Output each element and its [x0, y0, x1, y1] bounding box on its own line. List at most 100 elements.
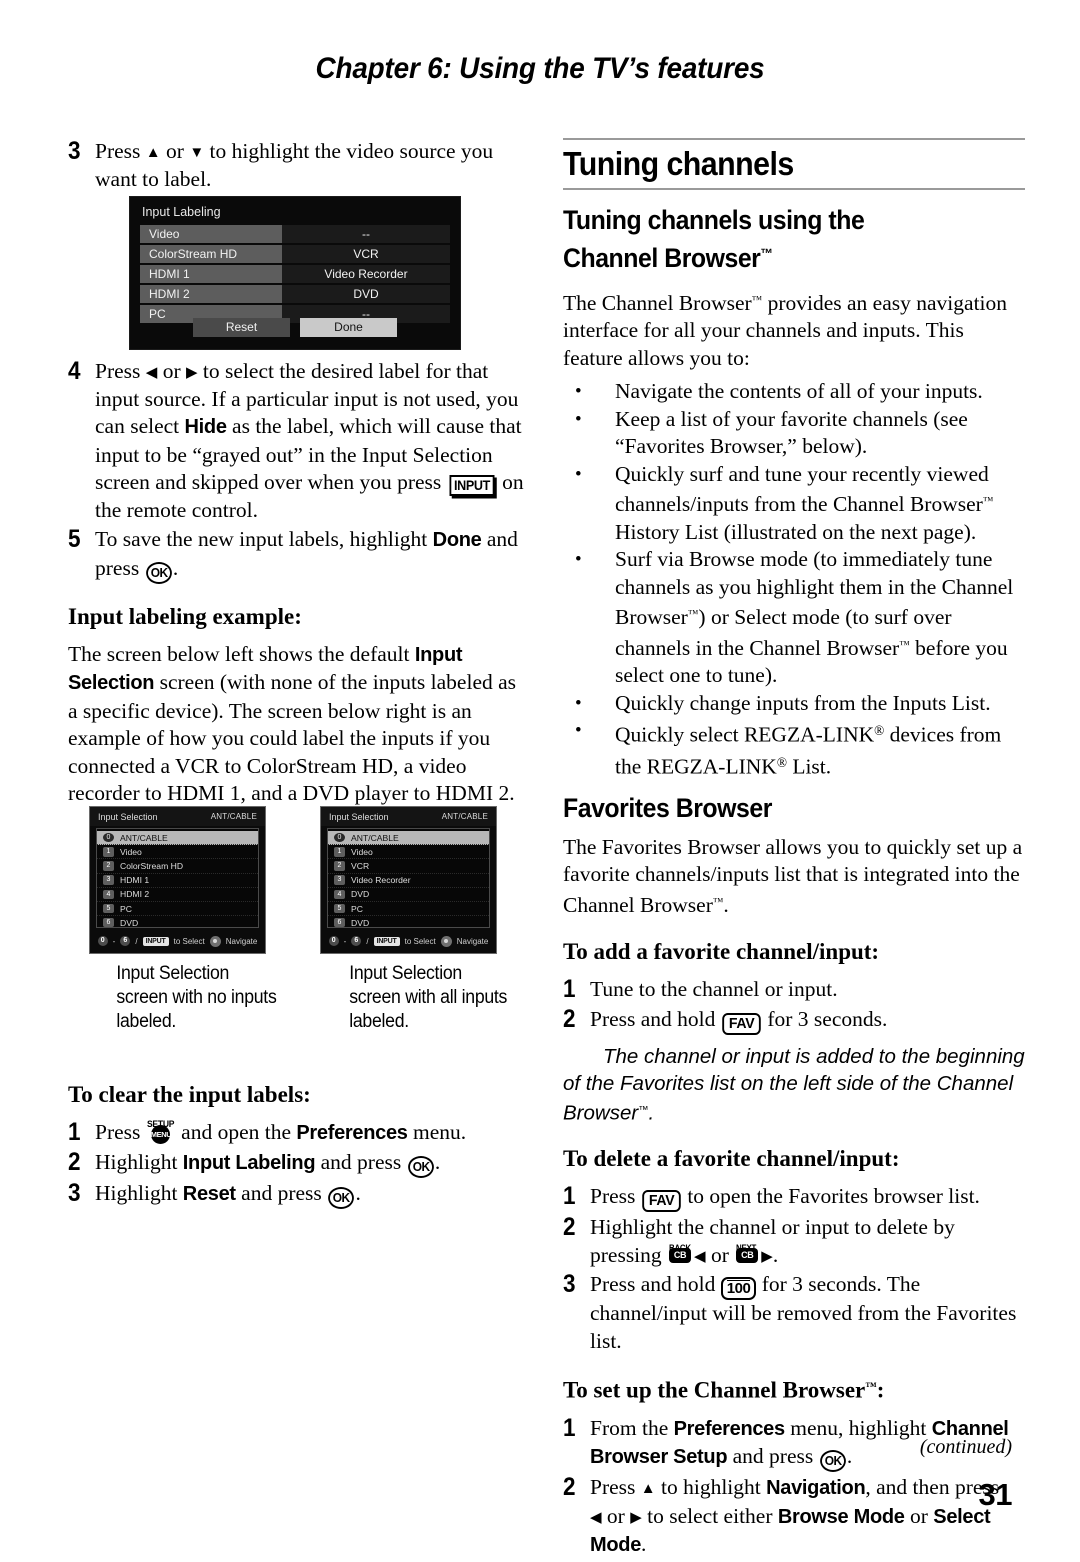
subsection-heading-favorites-browser: Favorites Browser — [563, 792, 772, 823]
preferences-label: Preferences — [673, 1417, 786, 1440]
trademark-icon: ™ — [760, 246, 773, 261]
item-number: 4 — [103, 889, 114, 900]
step-text: Highlight the channel or input to delete… — [590, 1214, 1025, 1269]
clear-step-3: 3 Highlight Reset and press OK. — [68, 1180, 530, 1209]
step-number: 3 — [68, 1179, 81, 1207]
bullet-1-text: Keep a list of your favorite channels (s… — [615, 406, 968, 459]
reset-button[interactable]: Reset — [193, 318, 290, 337]
setup1-text-3: and press — [727, 1444, 819, 1469]
arrow-left-icon — [694, 1250, 706, 1265]
clear1-text-1: Press — [95, 1119, 146, 1144]
screen-title: Input Selection — [98, 811, 158, 822]
heading-line-2: Channel Browser — [563, 242, 761, 273]
list-item[interactable]: 4 HDMI 2 — [97, 888, 258, 902]
example-paragraph: The screen below left shows the default … — [68, 641, 530, 808]
list-item[interactable]: 4 DVD — [328, 888, 489, 902]
table-row[interactable]: Video -- — [140, 225, 450, 244]
input-labeling-label: Input Labeling — [182, 1152, 316, 1174]
preferences-label: Preferences — [296, 1121, 408, 1144]
list-item: • Quickly change inputs from the Inputs … — [563, 690, 1025, 718]
step-number: 2 — [563, 1473, 576, 1502]
input-selection-screen-unlabeled: Input Selection ANT/CABLE 0 ANT/CABLE 1 Vi… — [89, 806, 266, 954]
clear3-text-2: and press — [235, 1181, 328, 1205]
row-label: HDMI 1 — [140, 264, 282, 284]
list-item[interactable]: 0 ANT/CABLE — [97, 831, 258, 846]
table-row[interactable]: ColorStream HD VCR — [140, 244, 450, 264]
row-label: HDMI 2 — [140, 284, 282, 304]
list-item[interactable]: 5 PC — [328, 902, 489, 917]
add2-text-1: Press and hold — [590, 1006, 721, 1031]
row-value: VCR — [282, 244, 450, 264]
table-row[interactable]: HDMI 1 Video Recorder — [140, 264, 450, 284]
screen-header: Input Selection ANT/CABLE — [321, 807, 496, 826]
done-button[interactable]: Done — [300, 318, 397, 337]
setup2-text-7: . — [641, 1532, 647, 1557]
trademark-icon: ™ — [712, 895, 724, 908]
trademark-icon: ™ — [687, 608, 699, 621]
screen-captions: Input Selection screen with no inputs la… — [68, 962, 530, 1034]
clear-step-1: 1 Press SETUPMENU and open the Preferenc… — [68, 1118, 530, 1148]
screen-title: Input Selection — [329, 811, 389, 822]
hint-from-number: 0 — [328, 936, 339, 946]
clear1-text-2: and open the — [175, 1119, 297, 1144]
list-item[interactable]: 0 ANT/CABLE — [328, 831, 489, 846]
feature-bullet-list: • Navigate the contents of all of your i… — [563, 378, 1025, 781]
step5-text-1: To save the new input labels, highlight — [95, 527, 433, 551]
table-row[interactable]: HDMI 2 DVD — [140, 284, 450, 304]
favorites-browser-paragraph: The Favorites Browser allows you to quic… — [563, 834, 1025, 919]
step-number: 5 — [68, 525, 81, 553]
clear2-text-2: and press — [315, 1150, 407, 1174]
step-text: Press and hold 100 for 3 seconds. The ch… — [590, 1271, 1025, 1355]
list-item[interactable]: 5 PC — [97, 902, 258, 917]
navigate-pad-icon — [209, 935, 221, 947]
input-list: 0 ANT/CABLE 1 Video 2 ColorStream HD 3 HDMI … — [96, 828, 259, 931]
screen-footer-hints: 0 - 6 / INPUT to Select Navigate — [90, 929, 265, 953]
list-item[interactable]: 2 VCR — [328, 859, 489, 874]
manual-page: Chapter 6: Using the TV’s features 3 Pre… — [0, 0, 1080, 1556]
bullet-0-text: Navigate the contents of all of your inp… — [615, 379, 983, 404]
hint-to-number: 6 — [120, 936, 131, 946]
del1-text-1: Press — [590, 1184, 641, 1209]
continued-note: (continued) — [919, 1436, 1012, 1458]
step4-text-1: Press — [95, 359, 146, 383]
input-key-icon: INPUT — [373, 936, 400, 946]
hint-dash: - — [112, 936, 116, 946]
clear2-text-1: Highlight — [95, 1150, 183, 1174]
hundred-key-label: 100 — [726, 1280, 751, 1298]
step-number: 2 — [68, 1148, 81, 1176]
step5-text-3: . — [172, 555, 179, 580]
hundred-key-icon: 100 — [720, 1277, 757, 1301]
intro-text-1: The Channel Browser — [563, 290, 752, 315]
step-text: Highlight Reset and press OK. — [95, 1180, 530, 1209]
arrow-up-icon — [146, 146, 161, 161]
list-item[interactable]: 3 Video Recorder — [328, 874, 489, 888]
current-input: ANT/CABLE — [441, 812, 488, 821]
step-number: 4 — [68, 357, 81, 385]
caption-labeled: Input Selection screen with all inputs l… — [349, 963, 508, 1032]
bullet-5-text-3: List. — [786, 755, 832, 780]
input-list: 0 ANT/CABLE 1 Video 2 VCR 3 Video Recorder 4… — [327, 828, 490, 931]
note-text-2: . — [648, 1101, 655, 1125]
item-label: HDMI 2 — [120, 889, 150, 900]
item-number: 3 — [103, 875, 114, 885]
hint-to-select: to Select — [173, 936, 205, 946]
hide-label: Hide — [184, 416, 227, 438]
browse-mode-label: Browse Mode — [777, 1505, 905, 1528]
step3-text-1: Press — [95, 139, 146, 163]
item-number: 4 — [334, 889, 345, 900]
item-number: 3 — [334, 875, 345, 885]
list-item[interactable]: 1 Video — [328, 845, 489, 860]
del1-text-2: to open the Favorites browser list. — [681, 1184, 980, 1209]
list-item[interactable]: 2 ColorStream HD — [97, 859, 258, 874]
fav-text-1: The Favorites Browser allows you to quic… — [563, 834, 1023, 917]
list-item[interactable]: 1 Video — [97, 845, 258, 860]
done-label: Done — [432, 529, 482, 551]
reset-label: Reset — [182, 1183, 236, 1205]
list-item[interactable]: 3 HDMI 1 — [97, 874, 258, 888]
item-label: Video — [351, 846, 373, 857]
cb-key-glyph: CB — [736, 1247, 759, 1263]
item-number: 0 — [334, 832, 345, 843]
step-text: Press SETUPMENU and open the Preferences… — [95, 1119, 530, 1148]
hint-to-number: 6 — [351, 936, 362, 946]
registered-icon: ® — [874, 723, 885, 739]
